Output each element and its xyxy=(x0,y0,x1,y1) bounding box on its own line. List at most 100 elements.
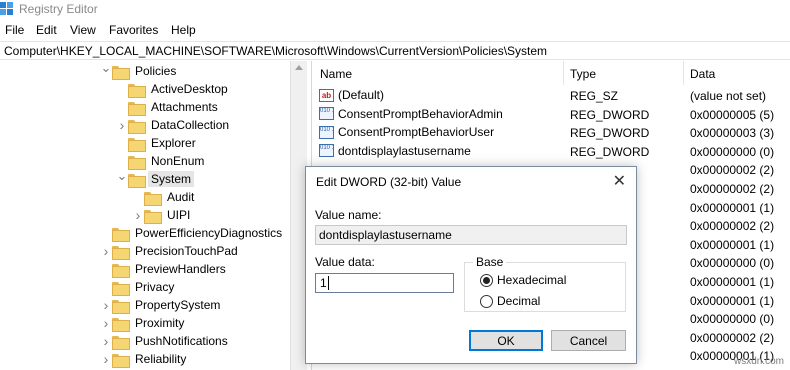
tree-item-label: PropertySystem xyxy=(135,298,221,312)
value-data: 0x00000001 (1) xyxy=(690,293,775,308)
value-row[interactable]: 010 110 ConsentPromptBehaviorAdmin REG_DWO… xyxy=(312,105,790,124)
tree-item[interactable]: Explorer xyxy=(116,134,199,152)
folder-icon xyxy=(112,317,130,332)
chevron-right-icon[interactable]: › xyxy=(116,116,128,134)
chevron-right-icon[interactable]: › xyxy=(100,242,112,260)
menu-edit[interactable]: Edit xyxy=(36,23,57,37)
tree-item[interactable]: PowerEfficiencyDiagnostics xyxy=(100,224,285,242)
column-header-name[interactable]: Name xyxy=(320,61,352,85)
tree-item-label: PreviewHandlers xyxy=(135,262,226,276)
decimal-radio[interactable]: Decimal xyxy=(480,294,540,308)
folder-icon xyxy=(128,137,146,152)
value-data: 0x00000002 (2) xyxy=(690,163,775,178)
value-data-text: 1 xyxy=(320,276,327,290)
hexadecimal-label: Hexadecimal xyxy=(497,273,567,287)
folder-icon xyxy=(128,173,146,188)
tree-item[interactable]: ⌄ Policies xyxy=(100,61,179,80)
tree-item-label: DataCollection xyxy=(151,118,230,132)
value-data-input[interactable]: 1 xyxy=(315,273,454,293)
tree-item[interactable]: Privacy xyxy=(100,278,177,296)
hexadecimal-radio[interactable]: Hexadecimal xyxy=(480,273,566,287)
menu-help[interactable]: Help xyxy=(171,23,196,37)
value-data: 0x00000000 (0) xyxy=(690,312,775,327)
value-type: REG_DWORD xyxy=(570,126,650,141)
tree-item-label: Policies xyxy=(135,64,177,78)
dword-value-icon: 010 110 xyxy=(319,125,334,139)
value-name: 010 110 dontdisplaylastusername xyxy=(319,144,471,158)
chevron-right-icon[interactable]: › xyxy=(100,350,112,368)
tree-item[interactable]: › Proximity xyxy=(100,314,187,332)
radio-selected-icon xyxy=(480,273,493,287)
dialog-title: Edit DWORD (32-bit) Value xyxy=(316,175,462,189)
chevron-down-icon[interactable]: ⌄ xyxy=(116,167,128,185)
value-data: 0x00000002 (2) xyxy=(690,182,775,196)
base-label: Base xyxy=(473,255,507,269)
address-bar[interactable]: Computer\HKEY_LOCAL_MACHINE\SOFTWARE\Mic… xyxy=(0,41,790,60)
tree-item-label: Attachments xyxy=(151,100,218,114)
tree-item-label: Reliability xyxy=(135,352,187,366)
tree-item-label: Privacy xyxy=(135,280,175,294)
folder-icon xyxy=(112,335,130,350)
value-name-field: dontdisplaylastusername xyxy=(315,225,627,245)
folder-icon xyxy=(128,119,146,134)
tree-item[interactable]: Attachments xyxy=(116,98,221,116)
chevron-right-icon[interactable]: › xyxy=(100,296,112,314)
tree-item[interactable]: Audit xyxy=(132,188,197,206)
tree-item-label: NonEnum xyxy=(151,154,205,168)
menu-file[interactable]: File xyxy=(5,23,24,37)
tree-item[interactable]: PreviewHandlers xyxy=(100,260,229,278)
scroll-up-icon[interactable] xyxy=(295,65,303,70)
tree-item[interactable]: › PrecisionTouchPad xyxy=(100,242,241,260)
tree-item-label: PrecisionTouchPad xyxy=(135,244,238,258)
folder-icon xyxy=(112,299,130,314)
radio-unselected-icon xyxy=(480,294,493,308)
folder-icon xyxy=(112,245,130,260)
folder-icon xyxy=(128,155,146,170)
value-row[interactable]: 010 110 ConsentPromptBehaviorUser REG_DWOR… xyxy=(312,123,790,142)
value-data: 0x00000001 (1) xyxy=(690,275,775,289)
column-header-data[interactable]: Data xyxy=(683,61,715,85)
tree-item-label: System xyxy=(148,171,195,187)
value-data: 0x00000003 (3) xyxy=(690,126,775,141)
folder-icon xyxy=(128,101,146,116)
folder-icon xyxy=(144,209,162,224)
close-icon[interactable]: ✕ xyxy=(613,171,626,191)
tree-item[interactable]: › PropertySystem xyxy=(100,296,223,314)
decimal-label: Decimal xyxy=(497,294,541,308)
value-row[interactable]: 010 110 dontdisplaylastusername REG_DWORD 0… xyxy=(312,142,790,161)
folder-icon xyxy=(112,65,130,80)
cancel-button[interactable]: Cancel xyxy=(551,330,626,351)
tree-item[interactable]: › UIPI xyxy=(132,206,193,224)
menu-favorites[interactable]: Favorites xyxy=(109,23,158,37)
ok-button[interactable]: OK xyxy=(469,330,543,351)
folder-icon xyxy=(112,353,130,368)
value-name: ab (Default) xyxy=(319,88,384,102)
value-type: REG_SZ xyxy=(570,89,619,103)
tree-item-label: Audit xyxy=(167,190,195,204)
tree-item[interactable]: ActiveDesktop xyxy=(116,80,231,98)
menu-view[interactable]: View xyxy=(70,23,96,37)
chevron-down-icon[interactable]: ⌄ xyxy=(100,61,112,77)
value-data: 0x00000001 (1) xyxy=(690,200,775,215)
value-name-text: (Default) xyxy=(338,88,385,102)
tree-item-label: Explorer xyxy=(151,136,196,150)
chevron-right-icon[interactable]: › xyxy=(100,314,112,332)
chevron-right-icon[interactable]: › xyxy=(132,206,144,224)
folder-icon xyxy=(112,227,130,242)
tree-item[interactable]: › PushNotifications xyxy=(100,332,231,350)
tree-item[interactable]: NonEnum xyxy=(116,152,207,170)
key-tree: ⌄ Policies ActiveDesktop Attachments › DataCo… xyxy=(0,61,290,370)
chevron-right-icon[interactable]: › xyxy=(100,332,112,350)
value-row[interactable]: ab (Default) REG_SZ (value not set) xyxy=(312,86,790,105)
tree-item[interactable]: › DataCollection xyxy=(116,116,232,134)
column-header-type[interactable]: Type xyxy=(563,61,596,85)
tree-item[interactable]: ⌄ System xyxy=(116,167,195,188)
tree-item[interactable]: › Reliability xyxy=(100,350,189,368)
value-data: (value not set) xyxy=(690,89,767,103)
